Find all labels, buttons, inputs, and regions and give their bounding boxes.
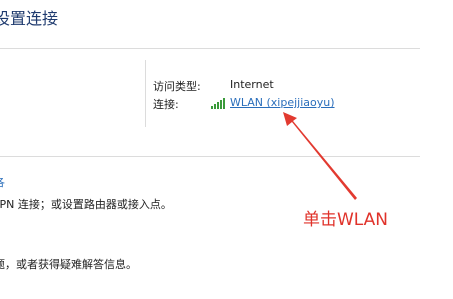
connections-label: 连接: [153, 98, 179, 111]
middle-divider [0, 156, 420, 157]
troubleshoot-description: 题，或者获得疑难解答信息。 [0, 258, 137, 271]
access-type-value: Internet [230, 78, 274, 91]
annotation-arrow [283, 112, 357, 200]
top-divider [0, 48, 420, 49]
network-sharing-center-page: 设置连接 访问类型: Internet 连接: WLAN (xipejjiaoy… [0, 0, 453, 299]
annotation-label: 单击WLAN [303, 210, 389, 230]
page-title: 设置连接 [0, 9, 59, 28]
vertical-divider [145, 60, 146, 127]
setup-network-description: VPN 连接；或设置路由器或接入点。 [0, 198, 172, 211]
wlan-connection-link[interactable]: WLAN (xipejjiaoyu) [230, 96, 335, 109]
access-type-label: 访问类型: [153, 80, 201, 93]
setup-network-link[interactable]: 各 [0, 174, 5, 190]
wifi-signal-icon [211, 98, 225, 109]
